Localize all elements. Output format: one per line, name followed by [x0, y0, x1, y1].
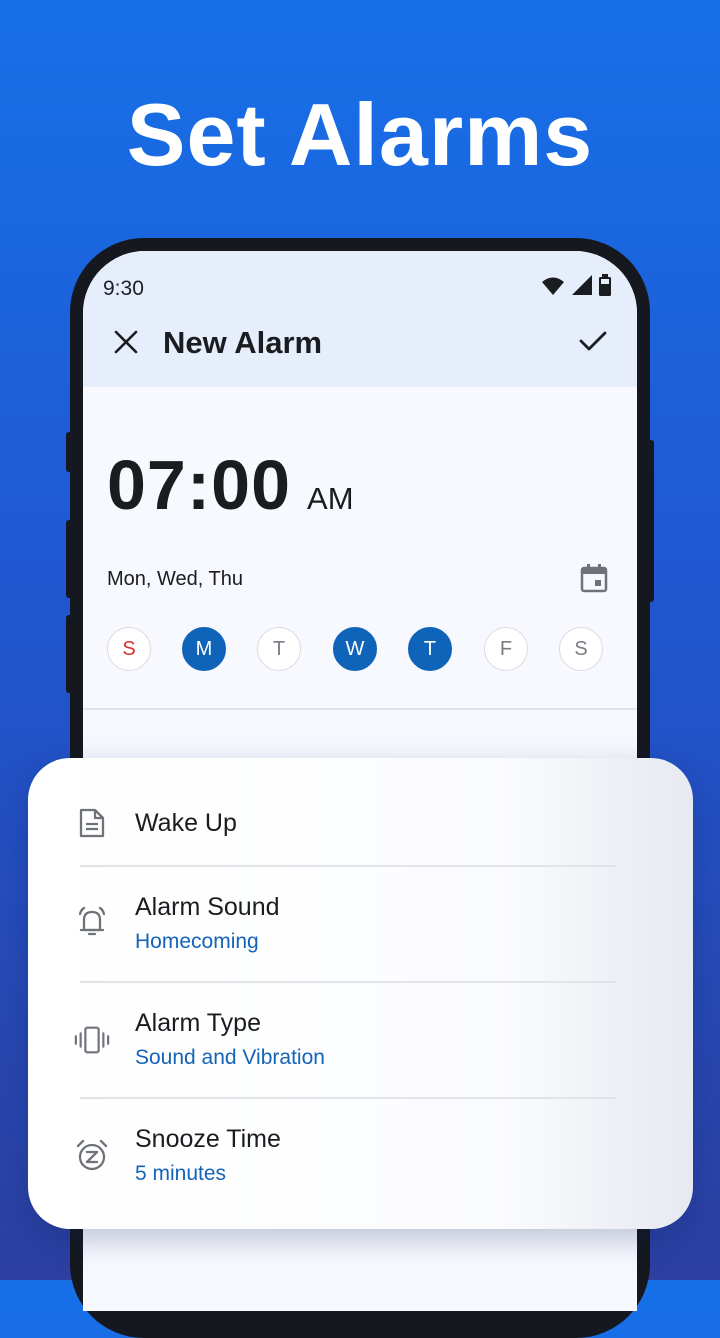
- setting-label: Wake Up: [135, 809, 237, 837]
- check-icon: [579, 330, 607, 357]
- battery-icon: [599, 274, 611, 301]
- day-toggle-friday[interactable]: F: [484, 627, 528, 671]
- setting-value: Sound and Vibration: [135, 1046, 325, 1069]
- day-toggle-thursday[interactable]: T: [408, 627, 452, 671]
- day-toggle-saturday[interactable]: S: [559, 627, 603, 671]
- wifi-icon: [541, 276, 565, 301]
- alarm-settings-card: Wake Up Alarm Sound Homecoming Alarm Typ…: [28, 758, 693, 1229]
- document-icon: [74, 805, 110, 841]
- screen-title: New Alarm: [163, 325, 323, 360]
- phone-side-button: [66, 615, 74, 693]
- day-toggle-monday[interactable]: M: [182, 627, 226, 671]
- setting-label: Alarm Type: [135, 1009, 261, 1037]
- phone-side-button: [646, 440, 654, 602]
- day-toggle-wednesday[interactable]: W: [333, 627, 377, 671]
- day-toggle-tuesday[interactable]: T: [257, 627, 301, 671]
- setting-alarm-type-row[interactable]: Alarm Type Sound and Vibration: [28, 982, 693, 1097]
- close-icon: [114, 330, 138, 359]
- save-button[interactable]: [575, 325, 611, 361]
- weekday-selector: S M T W T F S: [107, 627, 607, 675]
- alarm-period: AM: [307, 481, 354, 516]
- bell-icon: [74, 904, 110, 940]
- phone-side-button: [66, 520, 74, 598]
- alarm-time: 07:00: [107, 446, 292, 524]
- headline: Set Alarms: [126, 85, 594, 184]
- setting-alarm-sound-row[interactable]: Alarm Sound Homecoming: [28, 866, 693, 981]
- setting-value: Homecoming: [135, 930, 259, 953]
- signal-icon: [571, 274, 593, 301]
- day-toggle-sunday[interactable]: S: [107, 627, 151, 671]
- app-bar: 9:30 New Alarm: [83, 251, 637, 387]
- alarm-time-picker[interactable]: 07:00 AM: [107, 445, 354, 525]
- divider: [83, 708, 637, 710]
- close-button[interactable]: [109, 327, 143, 361]
- snooze-icon: [74, 1137, 110, 1173]
- phone-side-button: [66, 432, 74, 472]
- calendar-icon: [580, 563, 608, 598]
- repeat-days-summary: Mon, Wed, Thu: [107, 568, 243, 590]
- setting-value: 5 minutes: [135, 1162, 227, 1185]
- setting-snooze-time-row[interactable]: Snooze Time 5 minutes: [28, 1098, 693, 1229]
- status-icons: [541, 274, 611, 301]
- setting-label: Alarm Sound: [135, 893, 280, 921]
- calendar-button[interactable]: [577, 563, 611, 597]
- setting-label: Snooze Time: [135, 1125, 281, 1153]
- vibration-icon: [74, 1022, 110, 1058]
- setting-label-row[interactable]: Wake Up: [28, 758, 693, 865]
- status-time: 9:30: [103, 277, 144, 300]
